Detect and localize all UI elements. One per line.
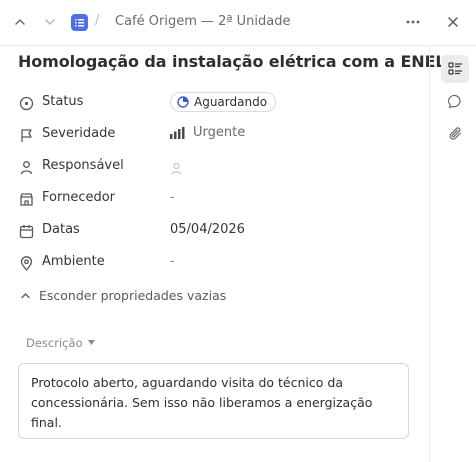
chevron-down-icon[interactable]: [40, 12, 60, 32]
status-circle-icon: [18, 95, 34, 111]
tab-attachments[interactable]: [441, 119, 469, 147]
severity-value: Urgente: [193, 125, 246, 140]
list-details-icon: [447, 62, 462, 75]
assignee-label: Responsável: [42, 158, 124, 173]
paperclip-icon: [449, 126, 461, 140]
store-icon: [18, 191, 34, 207]
description-editor[interactable]: Protocolo aberto, aguardando visita do t…: [18, 363, 409, 439]
caret-down-icon: [87, 340, 95, 345]
tab-comments[interactable]: [441, 87, 469, 115]
priority-bars-icon: [170, 126, 185, 139]
hide-empty-properties-toggle[interactable]: Esconder propriedades vazias: [20, 288, 226, 303]
calendar-icon: [18, 223, 34, 239]
more-horizontal-icon[interactable]: [403, 12, 423, 32]
supplier-label: Fornecedor: [42, 190, 116, 205]
property-severity: Severidade Urgente: [18, 123, 418, 147]
task-title[interactable]: Homologação da instalação elétrica com a…: [18, 52, 446, 71]
waiting-status-icon: [177, 96, 189, 108]
breadcrumb[interactable]: Café Origem — 2ª Unidade: [115, 14, 290, 29]
dates-value[interactable]: 05/04/2026: [170, 222, 245, 237]
comment-icon: [447, 94, 461, 108]
property-dates: Datas 05/04/2026: [18, 219, 418, 243]
close-icon[interactable]: [443, 12, 463, 32]
environment-label: Ambiente: [42, 254, 105, 269]
description-label-text: Descrição: [26, 336, 83, 350]
dates-label: Datas: [42, 222, 80, 237]
side-panel-tabs: [429, 46, 476, 462]
breadcrumb-separator: /: [95, 13, 100, 28]
description-label[interactable]: Descrição: [26, 336, 95, 350]
status-label: Status: [42, 94, 84, 109]
property-assignee: Responsável: [18, 155, 418, 179]
supplier-value[interactable]: -: [170, 190, 175, 205]
task-detail: Homologação da instalação elétrica com a…: [0, 46, 446, 462]
hide-empty-properties-label: Esconder propriedades vazias: [39, 288, 227, 303]
environment-value[interactable]: -: [170, 254, 175, 269]
status-badge[interactable]: Aguardando: [170, 92, 277, 112]
chevron-up-icon[interactable]: [10, 12, 30, 32]
property-environment: Ambiente -: [18, 251, 418, 275]
severity-label: Severidade: [42, 126, 116, 141]
status-value: Aguardando: [194, 95, 268, 109]
flag-icon: [18, 127, 34, 143]
list-icon[interactable]: [71, 14, 88, 31]
property-supplier: Fornecedor -: [18, 187, 418, 211]
tab-properties[interactable]: [441, 55, 469, 83]
assignee-empty-avatar-icon[interactable]: [170, 160, 183, 179]
severity-value-button[interactable]: Urgente: [170, 125, 245, 140]
top-bar: / Café Origem — 2ª Unidade: [0, 0, 476, 46]
location-pin-icon: [18, 255, 34, 271]
chevron-up-icon: [21, 293, 30, 299]
user-icon: [18, 159, 34, 175]
property-status: Status Aguardando: [18, 91, 418, 115]
